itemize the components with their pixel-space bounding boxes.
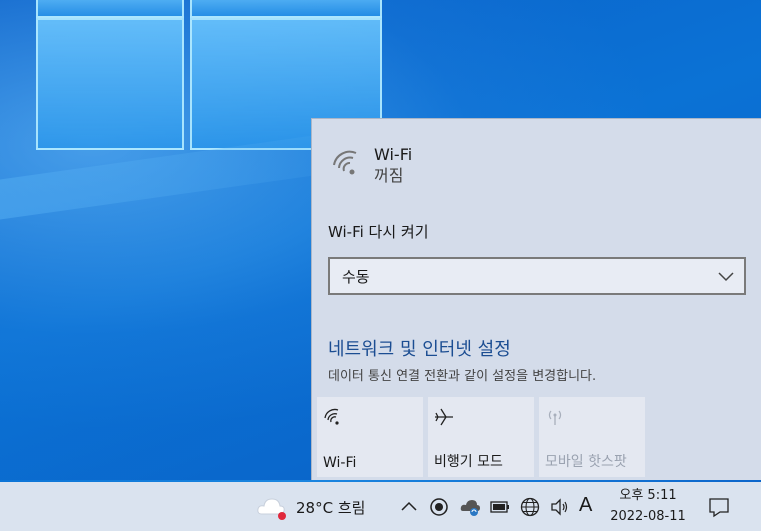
airplane-tile-label: 비행기 모드 — [434, 454, 503, 470]
input-method-indicator[interactable]: A — [579, 494, 592, 517]
airplane-mode-tile[interactable]: 비행기 모드 — [428, 397, 534, 477]
onedrive-sync-icon[interactable] — [459, 496, 481, 518]
network-settings-link[interactable]: 네트워크 및 인터넷 설정 — [328, 335, 511, 361]
clock-time: 오후 5:11 — [619, 488, 677, 503]
wifi-name: Wi-Fi — [374, 145, 413, 164]
taskbar: 28°C 흐림 A 오후 5:11 2022-08-11 — [0, 482, 761, 531]
chevron-up-icon[interactable] — [398, 496, 420, 518]
record-icon[interactable] — [428, 496, 450, 518]
network-flyout: Wi-Fi 꺼짐 Wi-Fi 다시 켜기 수동 네트워크 및 인터넷 설정 데이… — [311, 118, 761, 480]
wifi-tile-label: Wi-Fi — [323, 455, 357, 471]
globe-network-icon[interactable] — [519, 496, 541, 518]
chevron-down-icon — [718, 272, 734, 282]
battery-icon[interactable] — [489, 496, 511, 518]
weather-alert-dot — [278, 512, 286, 520]
reenable-dropdown[interactable]: 수동 — [328, 257, 746, 295]
quick-action-tiles: Wi-Fi 비행기 모드 모바일 핫스팟 — [317, 397, 645, 477]
notification-center-icon[interactable] — [708, 496, 730, 518]
wifi-status: Wi-Fi 꺼짐 — [330, 145, 412, 187]
weather-text: 28°C 흐림 — [296, 498, 366, 517]
volume-icon[interactable] — [549, 496, 571, 518]
wifi-off-icon — [333, 150, 357, 175]
wifi-tile[interactable]: Wi-Fi — [317, 397, 423, 477]
hotspot-tile-label: 모바일 핫스팟 — [545, 454, 627, 470]
mobile-hotspot-tile[interactable]: 모바일 핫스팟 — [539, 397, 645, 477]
cloud-icon — [256, 494, 286, 520]
clock[interactable]: 오후 5:11 2022-08-11 — [608, 486, 688, 528]
clock-date: 2022-08-11 — [610, 509, 686, 524]
hotspot-icon — [548, 410, 562, 425]
reenable-label: Wi-Fi 다시 켜기 — [328, 223, 429, 241]
weather-widget[interactable]: 28°C 흐림 — [256, 494, 365, 520]
airplane-icon — [435, 408, 453, 426]
dropdown-value: 수동 — [342, 267, 370, 286]
network-settings-description: 데이터 통신 연결 전환과 같이 설정을 변경합니다. — [328, 369, 597, 384]
wifi-icon — [324, 408, 339, 425]
wifi-state: 꺼짐 — [374, 166, 404, 185]
